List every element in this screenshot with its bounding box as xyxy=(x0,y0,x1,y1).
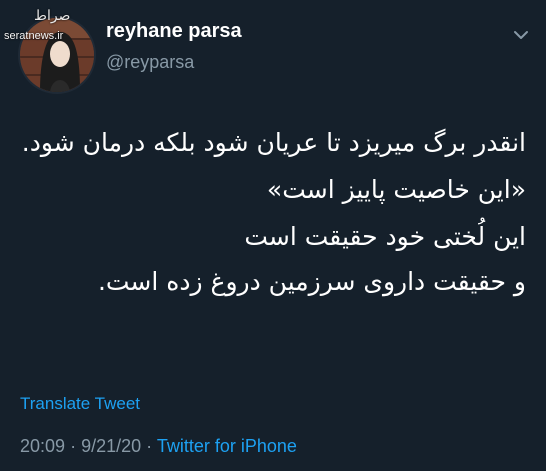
author-handle[interactable]: @reyparsa xyxy=(106,52,194,73)
tweet-text: انقدر برگ میریزد تا عریان شود بلکه درمان… xyxy=(20,120,526,304)
tweet-menu-button[interactable] xyxy=(510,24,532,46)
avatar-photo xyxy=(20,18,94,92)
tweet-text-line: این لُختی خود حقیقت است xyxy=(244,222,526,251)
author-name[interactable]: reyhane parsa xyxy=(106,20,242,43)
author-avatar-wrapper[interactable] xyxy=(18,16,96,94)
tweet-source-link[interactable]: Twitter for iPhone xyxy=(157,436,297,456)
translate-tweet-link[interactable]: Translate Tweet xyxy=(20,394,140,414)
tweet-text-line: انقدر برگ میریزد تا عریان شود بلکه درمان… xyxy=(21,128,526,157)
chevron-down-icon xyxy=(514,31,528,39)
avatar[interactable] xyxy=(18,16,96,94)
meta-separator: · xyxy=(70,436,77,456)
tweet-text-line: «این خاصیت پاییز است» xyxy=(266,175,526,204)
meta-separator: · xyxy=(146,436,153,456)
tweet-date[interactable]: 9/21/20 xyxy=(81,436,141,456)
tweet-meta: 20:09 · 9/21/20 · Twitter for iPhone xyxy=(20,436,297,457)
tweet-text-line: و حقیقت داروی سرزمین دروغ زده است. xyxy=(97,267,526,296)
tweet-time[interactable]: 20:09 xyxy=(20,436,65,456)
